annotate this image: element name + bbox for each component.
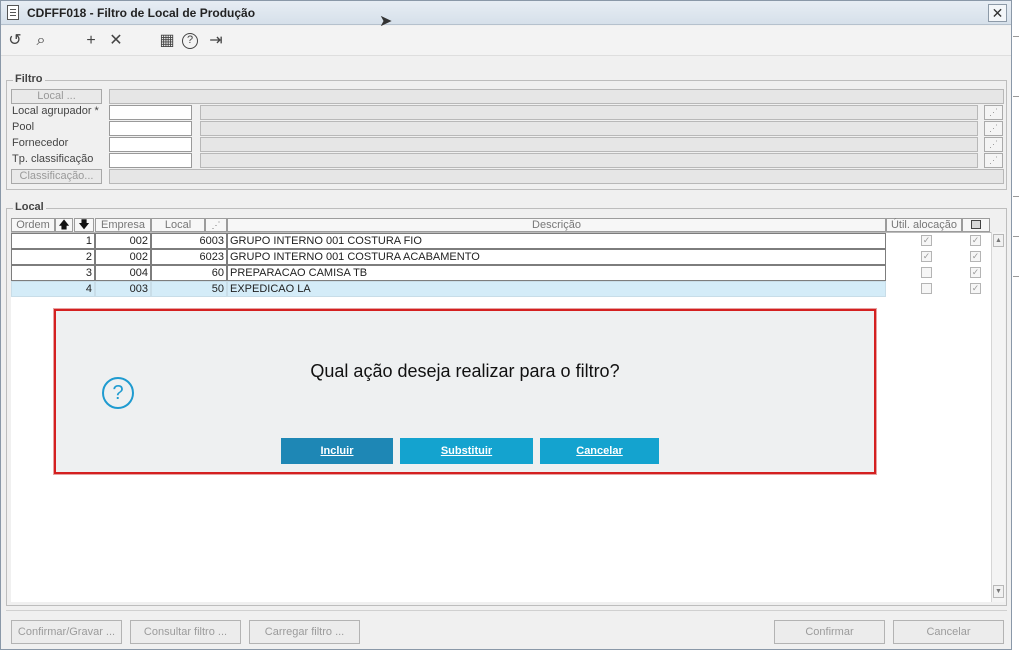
title-bar[interactable]: CDFFF018 - Filtro de Local de Produção ✕ (1, 1, 1011, 25)
tp-classificacao-label: Tp. classificação (12, 153, 94, 165)
row-select-checkbox[interactable]: ✓ (970, 267, 981, 278)
cell-ordem: 2 (11, 249, 95, 265)
local-display (109, 89, 1004, 104)
cell-local: 50 (151, 281, 227, 297)
incluir-button[interactable]: Incluir (281, 438, 393, 464)
cell-local: 6003 (151, 233, 227, 249)
table-row[interactable]: 2 002 6023 GRUPO INTERNO 001 COSTURA ACA… (11, 249, 886, 265)
classificacao-button[interactable]: Classificação... (11, 169, 102, 184)
pool-description (200, 121, 978, 136)
delete-icon[interactable]: ✕ (107, 32, 125, 50)
scroll-down-icon[interactable]: ▼ (993, 585, 1004, 598)
sort-down-icon[interactable]: 🡇 (74, 218, 94, 232)
cell-empresa: 003 (95, 281, 151, 297)
cell-ordem: 3 (11, 265, 95, 281)
dialog-cancelar-button[interactable]: Cancelar (540, 438, 659, 464)
background-line (1013, 236, 1019, 237)
cell-descricao: PREPARACAO CAMISA TB (227, 265, 886, 281)
cell-empresa: 004 (95, 265, 151, 281)
util-alocacao-checkbox (921, 283, 932, 294)
table-row[interactable]: 3 004 60 PREPARACAO CAMISA TB (11, 265, 886, 281)
local-agrupador-input[interactable] (109, 105, 192, 120)
cell-descricao: GRUPO INTERNO 001 COSTURA ACABAMENTO (227, 249, 886, 265)
classificacao-display (109, 169, 1004, 184)
substituir-button[interactable]: Substituir (400, 438, 533, 464)
confirmar-button[interactable]: Confirmar (774, 620, 885, 644)
local-button[interactable]: Local ... (11, 89, 102, 104)
add-icon[interactable]: + (82, 32, 100, 50)
dialog-message: Qual ação deseja realizar para o filtro? (310, 361, 620, 381)
cancelar-button[interactable]: Cancelar (893, 620, 1004, 644)
lookup-icon[interactable]: ⋰ (984, 105, 1003, 120)
util-alocacao-checkbox: ✓ (921, 235, 932, 246)
cell-ordem: 1 (11, 233, 95, 249)
row-select-checkbox[interactable]: ✓ (970, 283, 981, 294)
fornecedor-label: Fornecedor (12, 137, 69, 149)
help-icon[interactable]: ? (182, 33, 198, 49)
background-line (1013, 196, 1019, 197)
calendar-icon[interactable]: ▦ (158, 32, 176, 50)
select-all-column-header[interactable] (962, 218, 990, 232)
local-agrupador-description (200, 105, 978, 120)
table-row[interactable]: 1 002 6003 GRUPO INTERNO 001 COSTURA FIO (11, 233, 886, 249)
background-window (1013, 0, 1019, 652)
lookup-icon[interactable]: ⋰ (984, 137, 1003, 152)
vertical-scrollbar[interactable]: ▲ ▼ (991, 232, 1005, 602)
cell-local: 6023 (151, 249, 227, 265)
exit-icon[interactable]: ⇥ (207, 32, 225, 50)
tp-classificacao-input[interactable] (109, 153, 192, 168)
lookup-icon[interactable]: ⋰ (205, 218, 227, 232)
cell-empresa: 002 (95, 233, 151, 249)
toolbar: ↺ ⌕ + ✕ ▦ ? ⇥ (1, 26, 1011, 56)
footer-divider (6, 610, 1007, 611)
tp-classificacao-description (200, 153, 978, 168)
undo-icon[interactable]: ↺ (6, 32, 24, 50)
cell-descricao: GRUPO INTERNO 001 COSTURA FIO (227, 233, 886, 249)
local-agrupador-label: Local agrupador * (12, 105, 99, 117)
window-title: CDFFF018 - Filtro de Local de Produção (27, 6, 256, 20)
util-alocacao-checkbox (921, 267, 932, 278)
background-line (1013, 36, 1019, 37)
util-alocacao-checkbox: ✓ (921, 251, 932, 262)
column-header-empresa[interactable]: Empresa (95, 218, 151, 232)
sort-up-icon[interactable]: 🡅 (55, 218, 73, 232)
confirmation-dialog: ? Qual ação deseja realizar para o filtr… (54, 309, 876, 474)
pool-input[interactable] (109, 121, 192, 136)
local-legend: Local (13, 201, 46, 213)
filtro-legend: Filtro (13, 73, 45, 85)
row-select-checkbox[interactable]: ✓ (970, 235, 981, 246)
column-header-ordem[interactable]: Ordem (11, 218, 55, 232)
row-select-checkbox[interactable]: ✓ (970, 251, 981, 262)
carregar-filtro-button[interactable]: Carregar filtro ... (249, 620, 360, 644)
confirmar-gravar-button[interactable]: Confirmar/Gravar ... (11, 620, 122, 644)
fornecedor-input[interactable] (109, 137, 192, 152)
fornecedor-description (200, 137, 978, 152)
scroll-up-icon[interactable]: ▲ (993, 234, 1004, 247)
pool-label: Pool (12, 121, 35, 133)
cell-local: 60 (151, 265, 227, 281)
column-header-local[interactable]: Local (151, 218, 205, 232)
document-icon (7, 5, 19, 20)
column-header-util-alocacao[interactable]: Útil. alocação (886, 218, 962, 232)
table-row-selected[interactable]: 4 003 50 EXPEDICAO LA (11, 281, 886, 297)
select-all-checkbox-icon[interactable] (971, 220, 981, 229)
consultar-filtro-button[interactable]: Consultar filtro ... (130, 620, 241, 644)
search-icon[interactable]: ⌕ (32, 32, 50, 50)
dialog-window: CDFFF018 - Filtro de Local de Produção ✕… (0, 0, 1012, 650)
lookup-icon[interactable]: ⋰ (984, 153, 1003, 168)
column-header-descricao[interactable]: Descrição (227, 218, 886, 232)
background-line (1013, 276, 1019, 277)
cell-empresa: 002 (95, 249, 151, 265)
cell-descricao: EXPEDICAO LA (227, 281, 886, 297)
lookup-icon[interactable]: ⋰ (984, 121, 1003, 136)
cell-ordem: 4 (11, 281, 95, 297)
background-line (1013, 96, 1019, 97)
close-button[interactable]: ✕ (988, 4, 1007, 22)
